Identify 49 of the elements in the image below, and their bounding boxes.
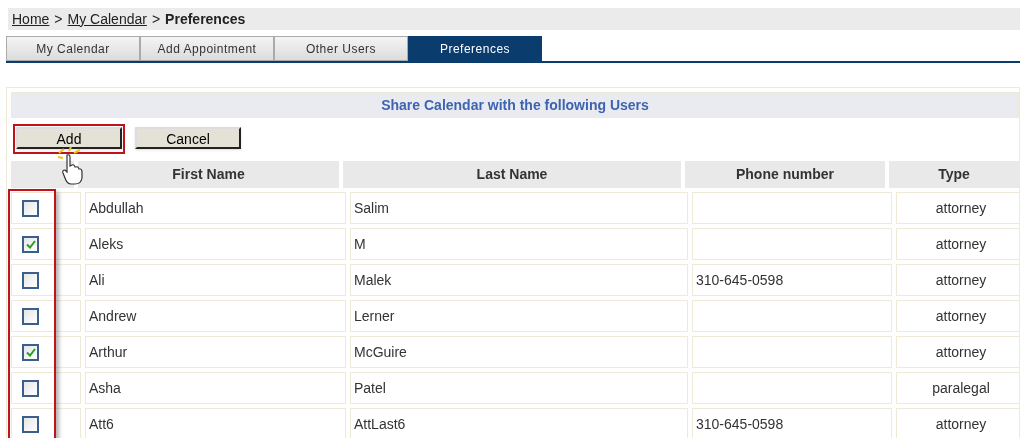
table-cell: Andrew [85, 300, 346, 332]
table-cell: attorney [896, 336, 1020, 368]
table-cell: Arthur [85, 336, 346, 368]
breadcrumb-separator: > [151, 9, 161, 29]
table-cell: attorney [896, 192, 1020, 224]
table-cell: paralegal [896, 372, 1020, 404]
table-cell: attorney [896, 408, 1020, 438]
table-cell: Malek [350, 264, 688, 296]
checkbox[interactable] [22, 415, 39, 433]
table-cell: attorney [896, 228, 1020, 260]
table-cell: AttLast6 [350, 408, 688, 438]
table-cell: Att6 [85, 408, 346, 438]
table-cell: Asha [85, 372, 346, 404]
action-button[interactable]: Add [16, 127, 122, 149]
panel-title: Share Calendar with the following Users [11, 92, 1019, 118]
table-cell: M [350, 228, 688, 260]
table-cell: Patel [350, 372, 688, 404]
tab[interactable]: Add Appointment [140, 36, 274, 61]
tab[interactable]: Preferences [408, 36, 542, 61]
checkmark-icon [25, 347, 36, 357]
table-cell: Lerner [350, 300, 688, 332]
breadcrumb-link[interactable]: My Calendar [67, 8, 147, 30]
column-header: Type [889, 161, 1019, 188]
table-cell: attorney [896, 264, 1020, 296]
table-cell: Ali [85, 264, 346, 296]
tab[interactable]: Other Users [274, 36, 408, 61]
checkbox[interactable] [22, 199, 39, 217]
checkbox[interactable] [22, 343, 39, 361]
checkbox[interactable] [22, 307, 39, 325]
checkmark-icon [25, 239, 36, 249]
breadcrumb-separator: > [54, 9, 63, 29]
table-cell: McGuire [350, 336, 688, 368]
breadcrumb-link[interactable]: Home [12, 8, 50, 30]
table-cell: Aleks [85, 228, 346, 260]
table-cell: 310-645-0598 [692, 408, 892, 438]
column-header: Last Name [343, 161, 681, 188]
checkbox[interactable] [22, 379, 39, 397]
table-cell: Salim [350, 192, 688, 224]
column-header: Phone number [685, 161, 885, 188]
checkbox[interactable] [22, 235, 39, 253]
column-header: First Name [78, 161, 339, 188]
breadcrumb-current: Preferences [165, 9, 246, 29]
table-cell: 310-645-0598 [692, 264, 892, 296]
table-cell: attorney [896, 300, 1020, 332]
tab[interactable]: My Calendar [6, 36, 140, 61]
action-button[interactable]: Cancel [135, 127, 241, 149]
hand-cursor-icon [56, 147, 86, 187]
table-cell: Abdullah [85, 192, 346, 224]
checkbox[interactable] [22, 271, 39, 289]
